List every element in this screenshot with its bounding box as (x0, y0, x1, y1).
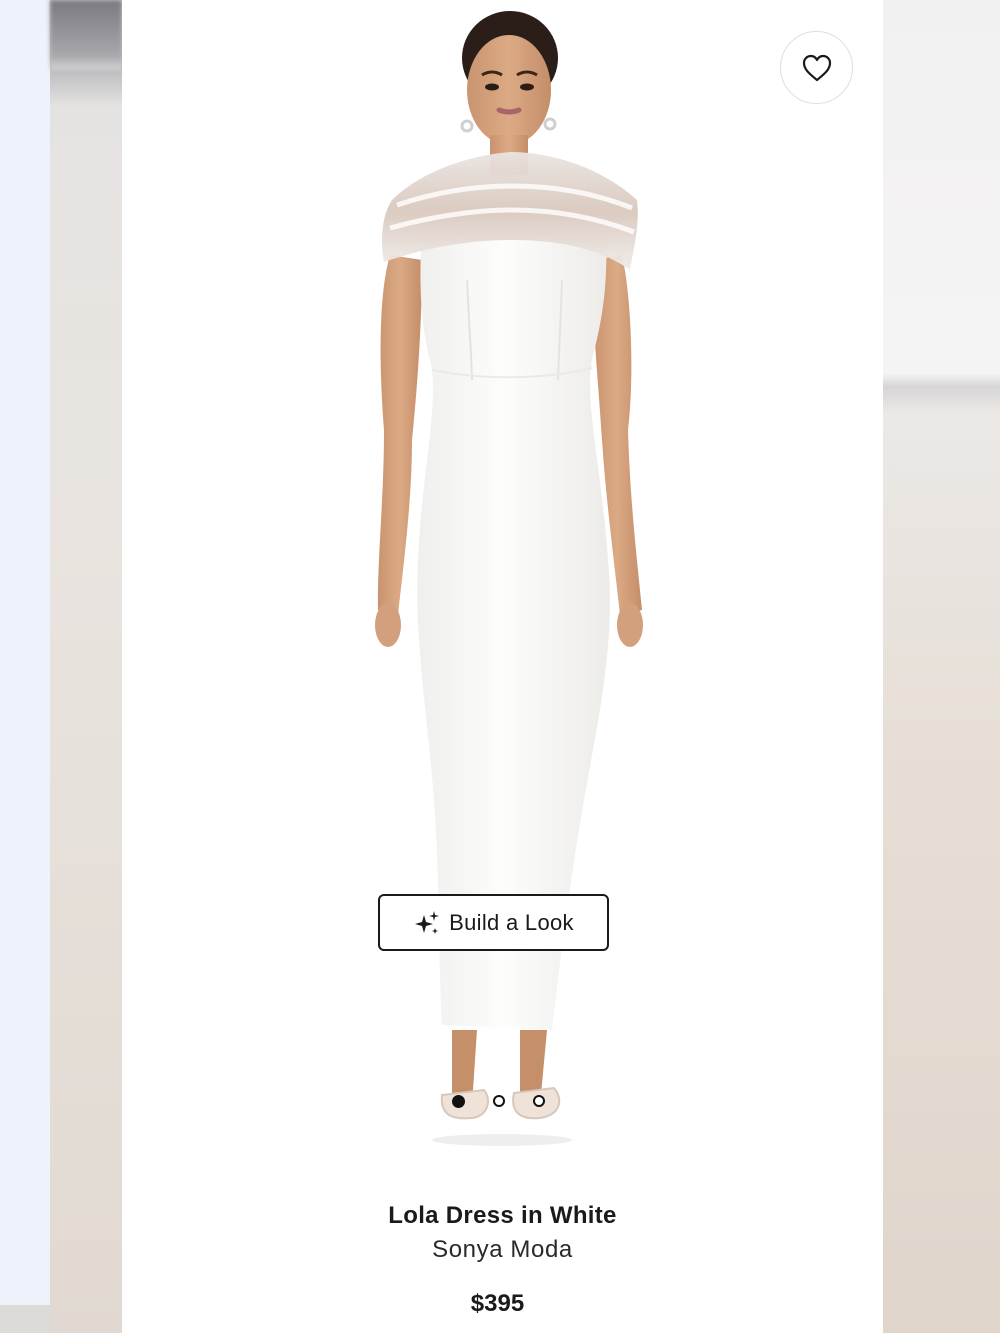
previous-card-edge (0, 0, 50, 1305)
sparkles-icon (415, 910, 440, 934)
next-card-peek[interactable] (883, 0, 1000, 1333)
build-a-look-label: Build a Look (449, 909, 574, 935)
carousel-dot-3[interactable] (533, 1095, 545, 1107)
product-image[interactable] (122, 0, 883, 1150)
product-price: $395 (470, 1290, 525, 1317)
build-a-look-button[interactable]: Build a Look (378, 894, 609, 951)
heart-outline-icon (802, 54, 831, 81)
product-card[interactable]: Build a Look Lola Dress in White Sonya M… (122, 0, 883, 1333)
product-brand[interactable]: Sonya Moda (122, 1236, 883, 1264)
carousel-dot-1[interactable] (452, 1094, 465, 1108)
product-carousel-screen: Build a Look Lola Dress in White Sonya M… (0, 0, 1000, 1333)
previous-card-blur (50, 0, 122, 70)
carousel-pagination (452, 1092, 552, 1110)
previous-card-peek[interactable] (0, 0, 122, 1333)
carousel-dot-2[interactable] (493, 1095, 505, 1107)
product-name[interactable]: Lola Dress in White (122, 1202, 883, 1230)
previous-card-edge-bottom (0, 1305, 50, 1333)
wishlist-button[interactable] (780, 31, 853, 104)
